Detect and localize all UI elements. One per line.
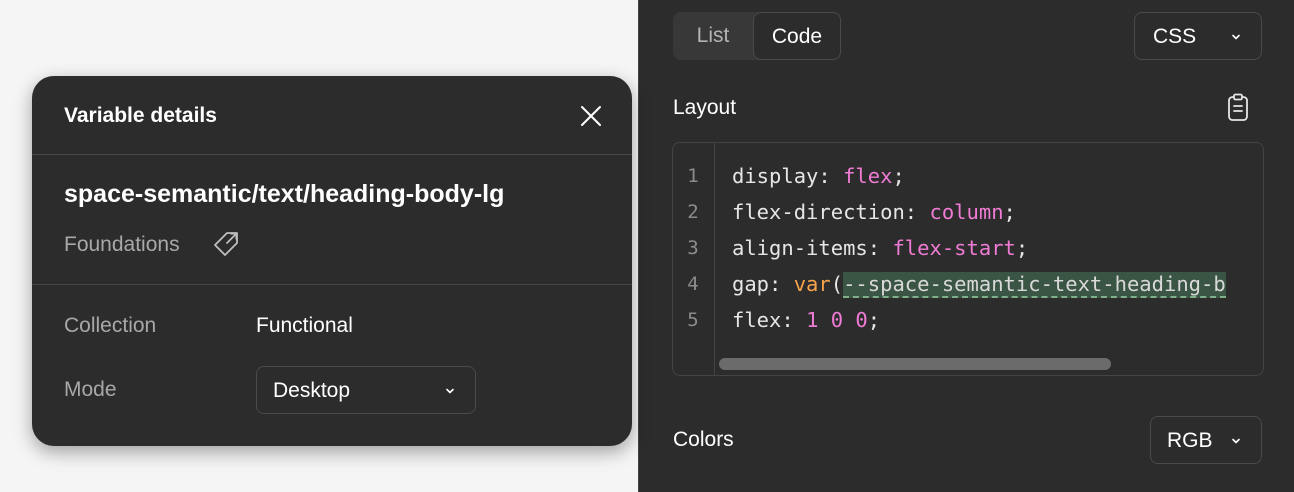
divider [32,284,632,285]
group-label: Foundations [64,233,180,256]
line-number: 5 [687,309,699,331]
line-number-gutter: 1 2 3 4 5 [673,143,715,375]
code-line: flex: 1 0 0; [732,308,881,332]
close-icon[interactable] [580,105,602,127]
code-line: flex-direction: column; [732,200,1016,224]
popover-title: Variable details [64,104,217,127]
variable-reference[interactable]: --space-semantic-text-heading-b [843,272,1226,298]
tag-link-icon[interactable] [212,230,240,258]
divider [32,154,632,155]
line-number: 3 [687,237,699,259]
tab-list[interactable]: List [673,12,753,60]
line-number: 4 [687,273,699,295]
mode-label: Mode [64,378,117,401]
mode-dropdown-value: Desktop [273,379,351,402]
color-format-value: RGB [1167,429,1213,452]
line-number: 1 [687,165,699,187]
collection-value: Functional [256,314,353,337]
mode-dropdown[interactable]: Desktop [256,366,476,414]
code-block[interactable]: 1 2 3 4 5 display: flex; flex-direction:… [672,142,1264,376]
language-dropdown-value: CSS [1153,25,1197,48]
view-toggle: List Code [673,12,841,60]
inspect-panel: List Code CSS Layout 1 2 3 4 5 display: … [638,0,1294,492]
color-format-dropdown[interactable]: RGB [1150,416,1262,464]
code-line: align-items: flex-start; [732,236,1029,260]
horizontal-scrollbar[interactable] [719,358,1111,370]
chevron-down-icon [1232,34,1240,40]
language-dropdown[interactable]: CSS [1134,12,1262,60]
variable-details-popover: Variable details space-semantic/text/hea… [32,76,632,446]
colors-section-label: Colors [673,428,734,451]
code-line: display: flex; [732,164,905,188]
collection-label: Collection [64,314,157,337]
layout-section-label: Layout [673,96,737,119]
chevron-down-icon [1232,438,1240,444]
code-line: gap: var(--space-semantic-text-heading-b [732,272,1226,298]
tab-code[interactable]: Code [753,12,841,60]
clipboard-icon[interactable] [1225,93,1251,123]
variable-name: space-semantic/text/heading-body-lg [64,180,505,208]
chevron-down-icon [446,388,454,394]
line-number: 2 [687,201,699,223]
